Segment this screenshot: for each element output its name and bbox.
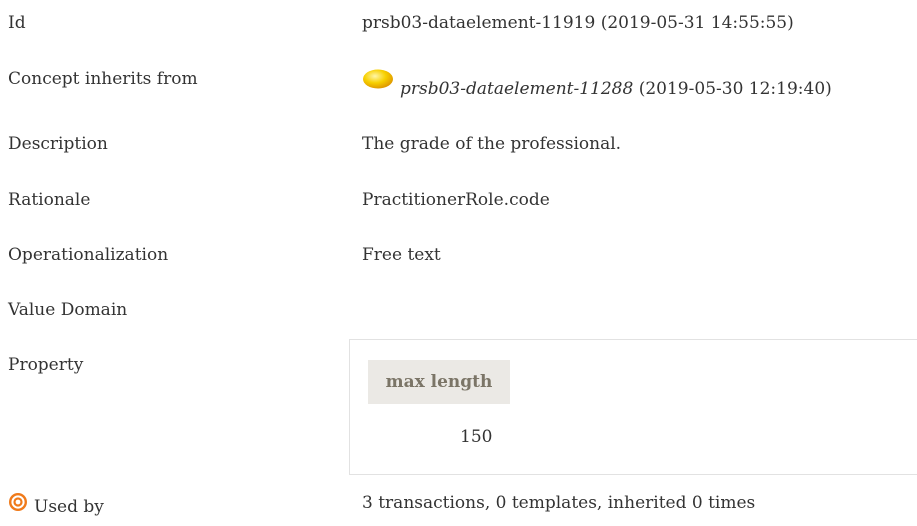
inherits-value: prsb03-dataelement-11288 (2019-05-30 12:… (400, 78, 832, 100)
description-value: The grade of the professional. (362, 134, 622, 154)
row-used-by: Used by 3 transactions, 0 templates, inh… (0, 493, 917, 526)
inherits-date: (2019-05-30 12:19:40) (633, 79, 832, 99)
operationalization-label: Operationalization (8, 245, 169, 265)
property-table: max length 150 (349, 339, 917, 475)
property-label: Property (8, 355, 84, 375)
row-rationale: Rationale PractitionerRole.code (0, 189, 917, 219)
row-value-domain: Value Domain (0, 299, 917, 329)
inherits-label: Concept inherits from (8, 69, 198, 89)
yellow-circle-icon (362, 69, 394, 89)
inherits-concept-link[interactable]: prsb03-dataelement-11288 (400, 79, 633, 99)
rationale-value: PractitionerRole.code (362, 190, 550, 210)
row-operationalization: Operationalization Free text (0, 244, 917, 274)
row-inherits: Concept inherits from prsb03-dataelement… (0, 68, 917, 100)
rationale-label: Rationale (8, 190, 91, 210)
id-label: Id (8, 13, 26, 33)
value-domain-label: Value Domain (8, 300, 128, 320)
property-header-max-length: max length (368, 360, 510, 404)
property-value-max-length: 150 (460, 427, 493, 447)
used-by-value: 3 transactions, 0 templates, inherited 0… (362, 493, 756, 513)
operationalization-value: Free text (362, 245, 441, 265)
row-id: Id prsb03-dataelement-11919 (2019-05-31 … (0, 12, 917, 42)
description-label: Description (8, 134, 108, 154)
used-by-label: Used by (34, 497, 104, 517)
row-description: Description The grade of the professiona… (0, 133, 917, 163)
id-value: prsb03-dataelement-11919 (2019-05-31 14:… (362, 13, 794, 33)
